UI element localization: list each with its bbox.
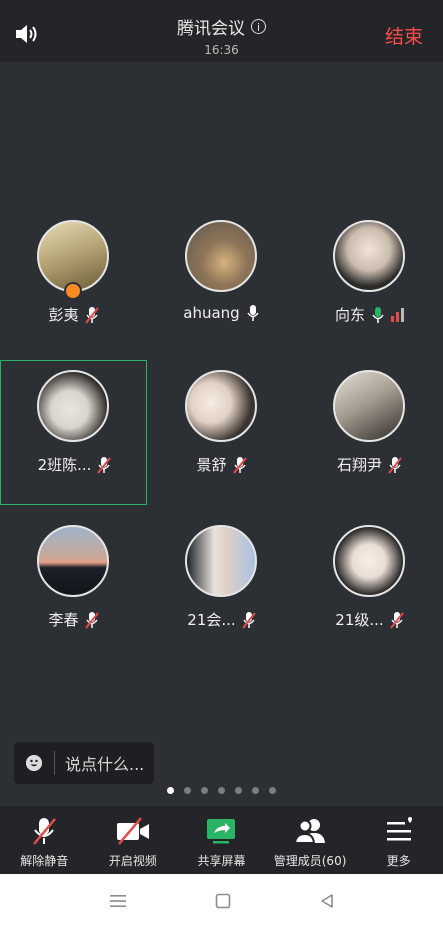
system-nav-bar (0, 874, 443, 928)
unmute-button[interactable]: 解除静音 (0, 806, 89, 874)
emoji-icon[interactable] (26, 755, 42, 771)
members-icon (293, 819, 326, 844)
mic-muted-icon (232, 456, 247, 474)
avatar (37, 525, 109, 597)
mic-muted-icon (84, 611, 99, 629)
avatar (37, 370, 109, 442)
participant-name: 石翔尹 (336, 456, 382, 474)
end-meeting-button[interactable]: 结束 (385, 22, 423, 49)
share-screen-icon (207, 819, 236, 844)
mic-muted-icon (97, 456, 112, 474)
home-icon[interactable] (215, 893, 231, 909)
participant-name: 李春 (48, 611, 79, 629)
participant-name: 21会... (187, 611, 236, 629)
mic-muted-icon (33, 818, 57, 845)
participant-tile[interactable]: 景舒 (148, 360, 295, 505)
avatar (185, 220, 257, 292)
participant-name: 景舒 (196, 456, 227, 474)
avatar (333, 370, 405, 442)
menu-icon (386, 817, 412, 841)
mic-on-icon (247, 305, 259, 321)
chat-input[interactable]: 说点什么... (14, 742, 154, 784)
participant-tile[interactable]: 石翔尹 (296, 360, 443, 505)
participant-name: 彭夷 (48, 306, 79, 324)
start-video-button[interactable]: 开启视频 (89, 806, 178, 874)
page-dot[interactable] (201, 787, 208, 794)
mic-muted-icon (389, 611, 404, 629)
participant-tile[interactable]: 李春 (0, 515, 147, 660)
participant-name: 2班陈... (37, 456, 92, 474)
avatar (333, 220, 405, 292)
participant-tile[interactable]: 21会... (148, 515, 295, 660)
participant-tile[interactable]: ahuang (148, 210, 295, 355)
meeting-title[interactable]: 腾讯会议 i (177, 14, 266, 39)
avatar (185, 370, 257, 442)
avatar (333, 525, 405, 597)
page-dot[interactable] (184, 787, 191, 794)
signal-strength-icon (391, 307, 404, 322)
chat-divider (54, 751, 55, 775)
page-dot[interactable] (269, 787, 276, 794)
recents-menu-icon[interactable] (109, 893, 127, 909)
avatar (185, 525, 257, 597)
mic-on-icon (372, 306, 384, 323)
camera-off-icon (116, 817, 149, 845)
chat-placeholder: 说点什么... (65, 755, 145, 774)
manage-members-button[interactable]: 管理成员(60) (266, 806, 355, 874)
info-icon[interactable]: i (251, 19, 266, 34)
meeting-toolbar: 解除静音 开启视频 共享屏幕 管理成员(60) 更多 (0, 806, 443, 874)
more-button[interactable]: 更多 (354, 806, 443, 874)
meeting-time: 16:36 (204, 43, 239, 57)
page-dot[interactable] (252, 787, 259, 794)
share-screen-button[interactable]: 共享屏幕 (177, 806, 266, 874)
participant-name: ahuang (183, 304, 240, 322)
mic-muted-icon (241, 611, 256, 629)
meeting-header: 腾讯会议 i 16:36 结束 (0, 0, 443, 62)
participant-name: 向东 (334, 306, 365, 324)
participant-name: 21级... (335, 611, 384, 629)
page-dot[interactable] (235, 787, 242, 794)
participant-tile[interactable]: 21级... (296, 515, 443, 660)
participant-tile[interactable]: 向东 (296, 210, 443, 355)
page-dot-active[interactable] (167, 787, 174, 794)
host-badge-icon (64, 282, 82, 300)
participant-tile[interactable]: 彭夷 (0, 210, 147, 355)
page-indicator (0, 787, 443, 794)
page-dot[interactable] (218, 787, 225, 794)
mic-muted-icon (84, 306, 99, 324)
back-icon[interactable] (319, 893, 335, 909)
mic-muted-icon (388, 456, 402, 474)
participant-tile-active[interactable]: 2班陈... (0, 360, 147, 505)
